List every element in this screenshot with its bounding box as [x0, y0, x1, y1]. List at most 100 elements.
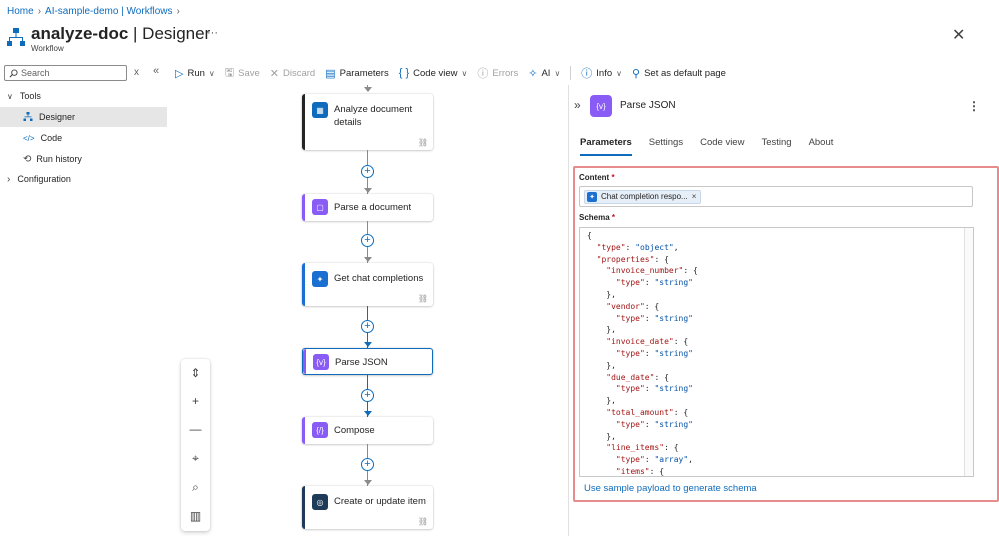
- sidebar-item-label: Tools: [19, 91, 41, 101]
- sidebar-item-configuration[interactable]: › Configuration: [0, 169, 167, 189]
- link-icon: ⛓: [417, 294, 428, 303]
- add-step-plus-icon[interactable]: +: [361, 234, 374, 247]
- search-box[interactable]: [4, 65, 127, 81]
- workflow-step-analyze-document[interactable]: ▦ Analyze document details ⛓: [302, 94, 433, 150]
- canvas-controls: ⇕ + — ⌖ ⌕ ▥: [181, 359, 210, 531]
- history-icon: ⟲: [23, 153, 32, 165]
- ai-button[interactable]: ✧ AI ∨: [528, 67, 560, 80]
- remove-token-icon[interactable]: ×: [692, 192, 697, 201]
- sidebar-item-run-history[interactable]: ⟲ Run history: [0, 149, 167, 169]
- errors-button[interactable]: ⓘ Errors: [477, 65, 518, 81]
- chevron-down-icon: ∨: [461, 68, 468, 78]
- info-button[interactable]: ⓘ Info ∨: [581, 65, 622, 81]
- openai-sparkle-icon: ✦: [312, 271, 328, 287]
- error-icon: ⓘ: [477, 68, 489, 80]
- chevron-down-icon: ∨: [7, 91, 13, 101]
- zoom-in-icon[interactable]: +: [181, 387, 210, 415]
- schema-label: Schema *: [579, 213, 616, 222]
- add-step-plus-icon[interactable]: +: [361, 320, 374, 333]
- search-input[interactable]: [21, 68, 121, 78]
- link-icon: ⛓: [417, 517, 428, 526]
- search-icon[interactable]: ⌕: [181, 473, 210, 501]
- run-button[interactable]: ▷ Run ∨: [175, 67, 215, 80]
- fit-view-icon[interactable]: ⌖: [181, 444, 210, 472]
- add-step-plus-icon[interactable]: +: [361, 165, 374, 178]
- page-subtitle: Workflow: [31, 44, 64, 53]
- sidebar-item-label: Code: [40, 133, 63, 143]
- workflow-step-create-update-item[interactable]: ◎ Create or update item ⛓: [302, 486, 433, 529]
- collapse-all-icon[interactable]: ⇕: [181, 359, 210, 387]
- collapse-sidebar-icon[interactable]: «: [153, 65, 159, 77]
- breadcrumb-workflows[interactable]: AI-sample-demo | Workflows: [45, 6, 172, 17]
- zoom-out-icon[interactable]: —: [181, 415, 210, 443]
- editor-scrollbar[interactable]: [964, 228, 973, 476]
- tab-testing[interactable]: Testing: [761, 137, 791, 156]
- step-label: Parse JSON: [335, 357, 388, 368]
- close-icon[interactable]: ✕: [952, 25, 965, 45]
- step-label: Create or update item: [334, 496, 426, 507]
- document-intelligence-icon: ▦: [312, 102, 328, 118]
- parameters-button[interactable]: ▤ Parameters: [325, 67, 389, 80]
- tab-code-view[interactable]: Code view: [700, 137, 744, 156]
- sidebar-item-designer[interactable]: Designer: [0, 107, 167, 127]
- chevron-down-icon: ∨: [616, 68, 623, 78]
- minimap-icon[interactable]: ▥: [181, 502, 210, 530]
- workflow-step-parse-json[interactable]: {v} Parse JSON: [302, 348, 433, 375]
- code-view-button[interactable]: { } Code view ∨: [399, 67, 468, 79]
- set-default-page-button[interactable]: ⚲ Set as default page: [632, 67, 726, 80]
- more-options-icon[interactable]: ···: [207, 27, 218, 39]
- sparkle-icon: ✧: [528, 67, 538, 80]
- step-label: Parse a document: [334, 202, 412, 213]
- workflow-step-get-chat-completions[interactable]: ✦ Get chat completions ⛓: [302, 263, 433, 306]
- toolbar: ▷ Run ∨ 🖫 Save ✕ Discard ▤ Parameters { } Code…: [175, 64, 736, 82]
- sidebar-item-label: Configuration: [17, 174, 71, 184]
- step-accent-bar: [302, 94, 305, 150]
- save-button[interactable]: 🖫 Save: [225, 64, 260, 83]
- arrow-icon: [364, 480, 372, 485]
- designer-icon: [23, 112, 33, 121]
- schema-editor[interactable]: { "type": "object", "properties": { "inv…: [579, 227, 974, 477]
- generate-schema-link[interactable]: Use sample payload to generate schema: [584, 483, 757, 494]
- chevron-down-icon: ∨: [208, 68, 215, 78]
- step-accent-bar: [302, 417, 305, 444]
- play-icon: ▷: [175, 67, 184, 80]
- code-icon: </>: [23, 133, 35, 143]
- workflow-step-parse-document[interactable]: ▢ Parse a document: [302, 194, 433, 221]
- info-icon: ⓘ: [581, 68, 593, 80]
- add-step-plus-icon[interactable]: +: [361, 458, 374, 471]
- tab-about[interactable]: About: [809, 137, 834, 156]
- collapse-panel-icon[interactable]: »: [574, 98, 581, 112]
- arrow-icon: [364, 342, 372, 347]
- step-label: Get chat completions: [334, 273, 424, 284]
- step-accent-bar: [302, 194, 305, 221]
- workflow-icon: [7, 28, 25, 46]
- step-label: Compose: [334, 425, 375, 436]
- sidebar-item-tools[interactable]: ∨ Tools: [0, 86, 167, 106]
- tab-settings[interactable]: Settings: [649, 137, 683, 156]
- content-field[interactable]: ✦ Chat completion respo... ×: [579, 186, 973, 207]
- arrow-icon: [364, 87, 372, 92]
- chevron-right-icon: ›: [176, 6, 180, 17]
- tab-parameters[interactable]: Parameters: [580, 137, 632, 156]
- dynamic-content-token[interactable]: ✦ Chat completion respo... ×: [584, 189, 702, 204]
- arrow-icon: [364, 411, 372, 416]
- schema-code: { "type": "object", "properties": { "inv…: [587, 231, 698, 476]
- add-step-plus-icon[interactable]: +: [361, 389, 374, 402]
- arrow-icon: [364, 188, 372, 193]
- page-title: analyze-doc | Designer: [31, 24, 211, 43]
- workflow-step-compose[interactable]: {/} Compose: [302, 417, 433, 444]
- openai-sparkle-icon: ✦: [587, 191, 597, 202]
- arrow-icon: [364, 257, 372, 262]
- more-options-icon[interactable]: ⋮: [968, 99, 980, 113]
- designer-canvas[interactable]: ▦ Analyze document details ⛓ + ▢ Parse a…: [168, 85, 568, 536]
- clear-filter-icon[interactable]: x: [134, 67, 139, 78]
- parameters-icon: ▤: [325, 67, 336, 80]
- sidebar-item-code[interactable]: </> Code: [0, 128, 167, 148]
- discard-button[interactable]: ✕ Discard: [270, 67, 315, 80]
- breadcrumb-home[interactable]: Home: [7, 6, 34, 17]
- link-icon: ⛓: [417, 138, 428, 147]
- braces-icon: { }: [398, 67, 410, 79]
- discard-icon: ✕: [269, 67, 280, 80]
- cosmos-db-icon: ◎: [312, 494, 328, 510]
- action-panel: » {v} Parse JSON ⋮ Parameters Settings C…: [568, 85, 999, 536]
